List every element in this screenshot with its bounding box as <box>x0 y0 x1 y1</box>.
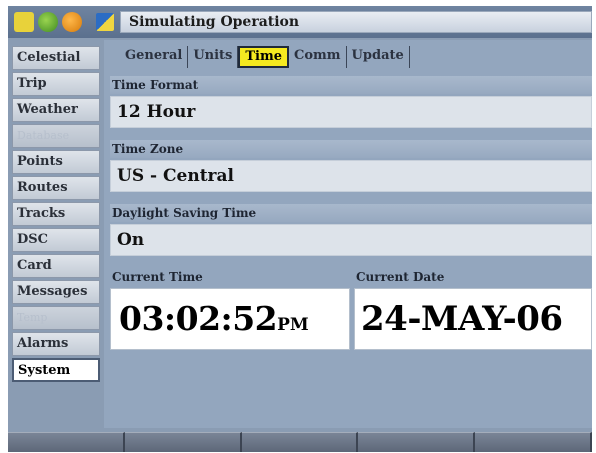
gps-signal-icon <box>14 12 34 32</box>
current-date-value: 24-MAY-06 <box>361 299 563 339</box>
softkey-5[interactable] <box>475 432 592 452</box>
time-format-label: Time Format <box>110 76 592 94</box>
sidebar-item-alarms[interactable]: Alarms <box>12 332 100 356</box>
time-format-field[interactable]: 12 Hour <box>110 96 592 128</box>
device-screen: Simulating Operation Celestial Trip Weat… <box>8 6 592 452</box>
window-title: Simulating Operation <box>120 11 592 33</box>
softkey-3[interactable] <box>241 432 359 452</box>
tab-general[interactable]: General <box>120 46 189 68</box>
sidebar-item-temp[interactable]: Temp <box>12 306 100 330</box>
tab-units[interactable]: Units <box>188 46 239 68</box>
satellite-icon <box>38 12 58 32</box>
current-time-display: 03:02:52PM <box>110 288 350 350</box>
sidebar-item-weather[interactable]: Weather <box>12 98 100 122</box>
softkey-1[interactable] <box>8 432 125 452</box>
sidebar-item-system[interactable]: System <box>12 358 100 382</box>
sidebar-item-routes[interactable]: Routes <box>12 176 100 200</box>
daylight-saving-field[interactable]: On <box>110 224 592 256</box>
tab-comm[interactable]: Comm <box>289 46 347 68</box>
current-date-display: 24-MAY-06 <box>354 288 592 350</box>
sidebar-item-database[interactable]: Database <box>12 124 100 148</box>
sidebar-item-card[interactable]: Card <box>12 254 100 278</box>
tab-bar: General Units Time Comm Update <box>120 46 410 68</box>
sidebar-item-points[interactable]: Points <box>12 150 100 174</box>
sidebar-item-tracks[interactable]: Tracks <box>12 202 100 226</box>
sidebar-item-dsc[interactable]: DSC <box>12 228 100 252</box>
main-panel: General Units Time Comm Update Time Form… <box>104 40 592 428</box>
sidebar: Celestial Trip Weather Database Points R… <box>8 46 102 406</box>
sidebar-item-messages[interactable]: Messages <box>12 280 100 304</box>
title-bar: Simulating Operation <box>8 6 592 38</box>
current-date-label: Current Date <box>356 270 445 284</box>
sidebar-item-celestial[interactable]: Celestial <box>12 46 100 70</box>
current-time-value: 03:02:52 <box>119 299 278 338</box>
tab-update[interactable]: Update <box>347 46 410 68</box>
daylight-saving-label: Daylight Saving Time <box>110 204 592 222</box>
time-zone-field[interactable]: US - Central <box>110 160 592 192</box>
sidebar-item-trip[interactable]: Trip <box>12 72 100 96</box>
time-zone-label: Time Zone <box>110 140 592 158</box>
softkey-2[interactable] <box>124 432 242 452</box>
current-time-label: Current Time <box>112 270 203 284</box>
current-time-ampm: PM <box>277 315 309 335</box>
softkey-4[interactable] <box>358 432 476 452</box>
softkey-bar <box>8 432 592 452</box>
page-app-icon <box>96 13 114 31</box>
battery-icon <box>62 12 82 32</box>
tab-time[interactable]: Time <box>238 46 290 68</box>
